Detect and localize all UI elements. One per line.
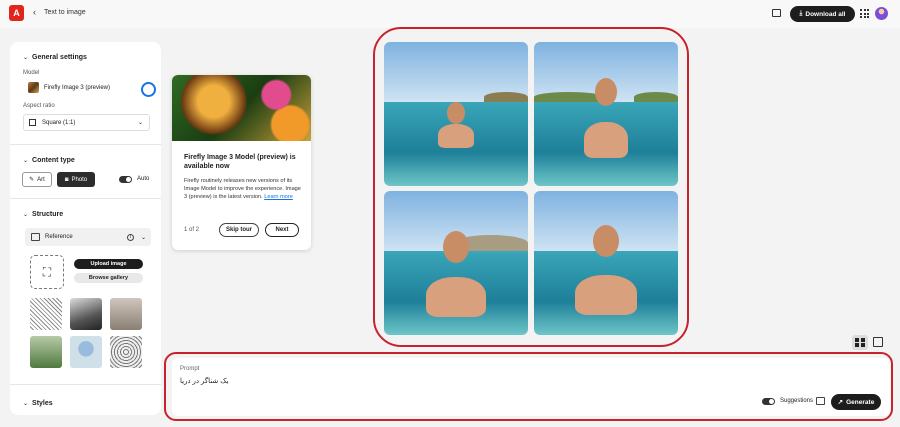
avatar[interactable]: [875, 7, 888, 20]
tour-body: Firefly routinely releases new versions …: [184, 178, 301, 200]
reference-select[interactable]: Reference i ⌄: [25, 228, 151, 246]
divider: [10, 198, 161, 199]
tour-step-count: 1 of 2: [184, 227, 200, 233]
reference-icon: [31, 233, 40, 241]
content-type-header[interactable]: ⌄ Content type: [23, 157, 75, 164]
chevron-down-icon: ⌄: [140, 234, 146, 241]
top-bar: A ‹ Text to image ⤓ Download all: [0, 0, 900, 28]
learn-more-link[interactable]: Learn more: [264, 194, 293, 200]
skip-tour-button[interactable]: Skip tour: [219, 223, 259, 237]
prompt-bar[interactable]: [172, 358, 890, 416]
generated-image-4[interactable]: [534, 191, 678, 335]
aspect-ratio-value: Square (1:1): [42, 119, 76, 126]
divider: [10, 144, 161, 145]
download-icon: ⤓: [799, 10, 803, 17]
structure-thumb[interactable]: [70, 336, 102, 368]
generate-icon: ↗: [837, 399, 844, 406]
suggestions-label: Suggestions: [780, 398, 814, 404]
chevron-down-icon: ⌄: [23, 55, 29, 61]
next-button[interactable]: Next: [265, 223, 299, 237]
divider: [10, 384, 161, 385]
structure-header[interactable]: ⌄ Structure: [23, 211, 63, 218]
model-label: Model: [23, 70, 40, 76]
square-icon: [29, 119, 36, 126]
prompt-label: Prompt: [180, 366, 200, 372]
content-art-button[interactable]: ✎ Art: [22, 172, 52, 187]
art-icon: ✎: [29, 177, 35, 183]
structure-thumb[interactable]: [30, 336, 62, 368]
generated-image-2[interactable]: [534, 42, 678, 186]
reference-label: Reference: [45, 234, 73, 240]
image-upload-icon: ⛶: [42, 264, 52, 279]
download-all-button[interactable]: ⤓ Download all: [790, 6, 855, 22]
single-view-icon[interactable]: [873, 337, 883, 347]
model-value: Firefly Image 3 (preview): [44, 84, 111, 91]
generate-label: Generate: [846, 398, 875, 406]
settings-panel: ⌄ General settings Model Firefly Image 3 …: [10, 42, 161, 415]
general-settings-header[interactable]: ⌄ General settings: [23, 54, 87, 61]
prompt-input[interactable]: یک شناگر در دریا: [180, 377, 228, 385]
chevron-down-icon: ⌄: [137, 120, 143, 126]
tour-card-image: [172, 75, 311, 141]
download-all-label: Download all: [805, 10, 846, 18]
structure-thumb[interactable]: [110, 336, 142, 368]
tour-highlight-ring: [141, 82, 156, 97]
chevron-down-icon: ⌄: [23, 401, 29, 407]
browse-gallery-button[interactable]: Browse gallery: [74, 273, 143, 283]
styles-header[interactable]: ⌄ Styles: [23, 400, 53, 407]
generated-image-1[interactable]: [384, 42, 528, 186]
suggestions-icon[interactable]: [816, 397, 825, 405]
info-icon[interactable]: i: [127, 233, 134, 241]
structure-thumb[interactable]: [110, 298, 142, 330]
apps-grid-icon[interactable]: [860, 9, 869, 18]
generated-image-3[interactable]: [384, 191, 528, 335]
content-photo-button[interactable]: ◙ Photo: [57, 172, 95, 187]
tour-title: Firefly Image 3 Model (preview) is avail…: [184, 154, 296, 170]
feedback-icon[interactable]: [772, 9, 781, 17]
chevron-down-icon: ⌄: [23, 212, 29, 218]
model-select[interactable]: Firefly Image 3 (preview) ⌄: [23, 79, 147, 96]
model-thumbnail: [28, 82, 39, 93]
upload-image-button[interactable]: Upload image: [74, 259, 143, 269]
grid-view-icon[interactable]: [852, 335, 868, 350]
structure-thumb[interactable]: [30, 298, 62, 330]
aspect-ratio-label: Aspect ratio: [23, 103, 55, 109]
auto-label: Auto: [137, 176, 150, 182]
suggestions-toggle[interactable]: [762, 398, 775, 405]
adobe-logo-icon[interactable]: A: [9, 5, 24, 21]
structure-thumb[interactable]: [70, 298, 102, 330]
aspect-ratio-select[interactable]: Square (1:1) ⌄: [23, 114, 150, 131]
upload-dropzone[interactable]: ⛶: [30, 255, 64, 289]
camera-icon: ◙: [64, 176, 69, 183]
breadcrumb[interactable]: Text to image: [44, 9, 86, 16]
generate-button[interactable]: ↗ Generate: [831, 394, 881, 410]
auto-toggle[interactable]: [119, 176, 132, 183]
chevron-down-icon: ⌄: [23, 158, 29, 164]
chevron-left-icon[interactable]: ‹: [33, 7, 36, 17]
